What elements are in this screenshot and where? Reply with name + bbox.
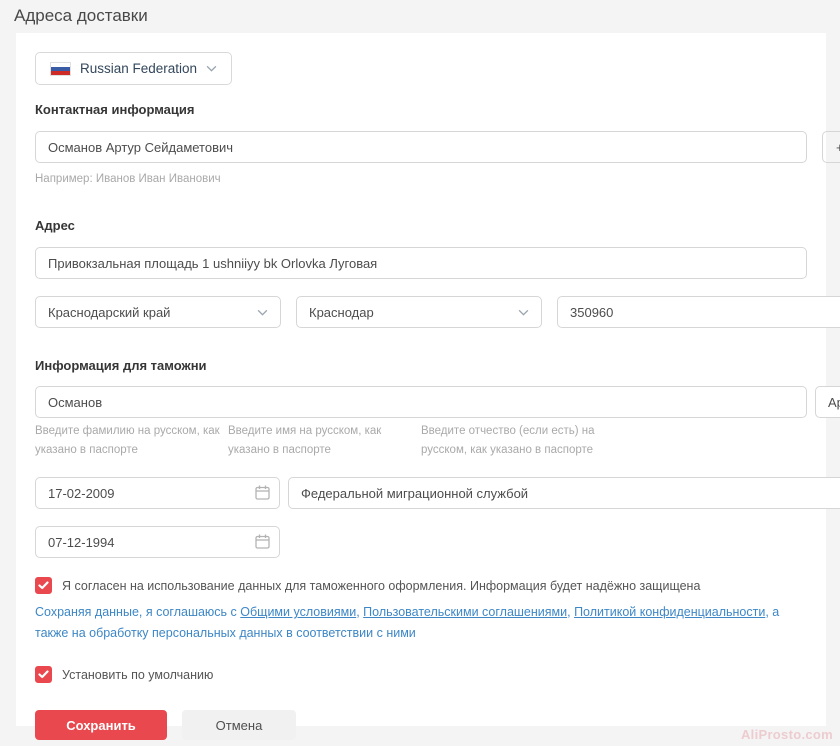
customs-consent-checkbox[interactable] — [35, 577, 52, 594]
customs-middle-name-hint: Введите отчество (если есть) на русском,… — [421, 422, 606, 459]
terms-link[interactable]: Общими условиями — [240, 605, 356, 619]
privacy-policy-link[interactable]: Политикой конфиденциальности — [574, 605, 765, 619]
passport-issue-date-input[interactable] — [35, 477, 280, 509]
full-name-hint: Например: Иванов Иван Иванович — [35, 170, 807, 188]
user-agreement-link[interactable]: Пользовательскими соглашениями — [363, 605, 567, 619]
street-address-input[interactable] — [35, 247, 807, 279]
calendar-icon[interactable] — [255, 534, 270, 549]
zip-code-input[interactable] — [557, 296, 840, 328]
birth-date-input[interactable] — [35, 526, 280, 558]
region-select-value: Краснодарский край — [48, 305, 170, 320]
set-default-checkbox[interactable] — [35, 666, 52, 683]
checkmark-icon — [38, 581, 49, 590]
watermark: AliProsto.com — [741, 727, 833, 742]
chevron-down-icon — [518, 309, 529, 316]
country-select[interactable]: Russian Federation — [35, 52, 232, 85]
customs-first-name-hint: Введите имя на русском, как указано в па… — [228, 422, 413, 459]
save-button[interactable]: Сохранить — [35, 710, 167, 740]
delivery-address-form: Russian Federation Контактная информация… — [16, 33, 826, 726]
customs-consent-label: Я согласен на использование данных для т… — [62, 577, 700, 593]
chevron-down-icon — [257, 309, 268, 316]
legal-text: Сохраняя данные, я соглашаюсь с Общими у… — [35, 602, 807, 643]
country-select-label: Russian Federation — [80, 61, 197, 76]
passport-issuer-input[interactable] — [288, 477, 840, 509]
address-section-header: Адрес — [35, 218, 807, 233]
customs-first-name-input[interactable] — [815, 386, 840, 418]
phone-prefix[interactable]: +7 — [823, 132, 840, 162]
russia-flag-icon — [50, 62, 71, 76]
cancel-button[interactable]: Отмена — [182, 710, 296, 740]
calendar-icon[interactable] — [255, 485, 270, 500]
phone-group: +7 — [822, 131, 840, 163]
page-title: Адреса доставки — [0, 0, 840, 26]
checkmark-icon — [38, 670, 49, 679]
full-name-input[interactable] — [35, 131, 807, 163]
region-select[interactable]: Краснодарский край — [35, 296, 281, 328]
set-default-label: Установить по умолчанию — [62, 666, 213, 682]
contact-section-header: Контактная информация — [35, 102, 807, 117]
city-select[interactable]: Краснодар — [296, 296, 542, 328]
customs-last-name-hint: Введите фамилию на русском, как указано … — [35, 422, 220, 459]
city-select-value: Краснодар — [309, 305, 374, 320]
customs-section-header: Информация для таможни — [35, 358, 807, 373]
chevron-down-icon — [206, 65, 217, 72]
customs-last-name-input[interactable] — [35, 386, 807, 418]
